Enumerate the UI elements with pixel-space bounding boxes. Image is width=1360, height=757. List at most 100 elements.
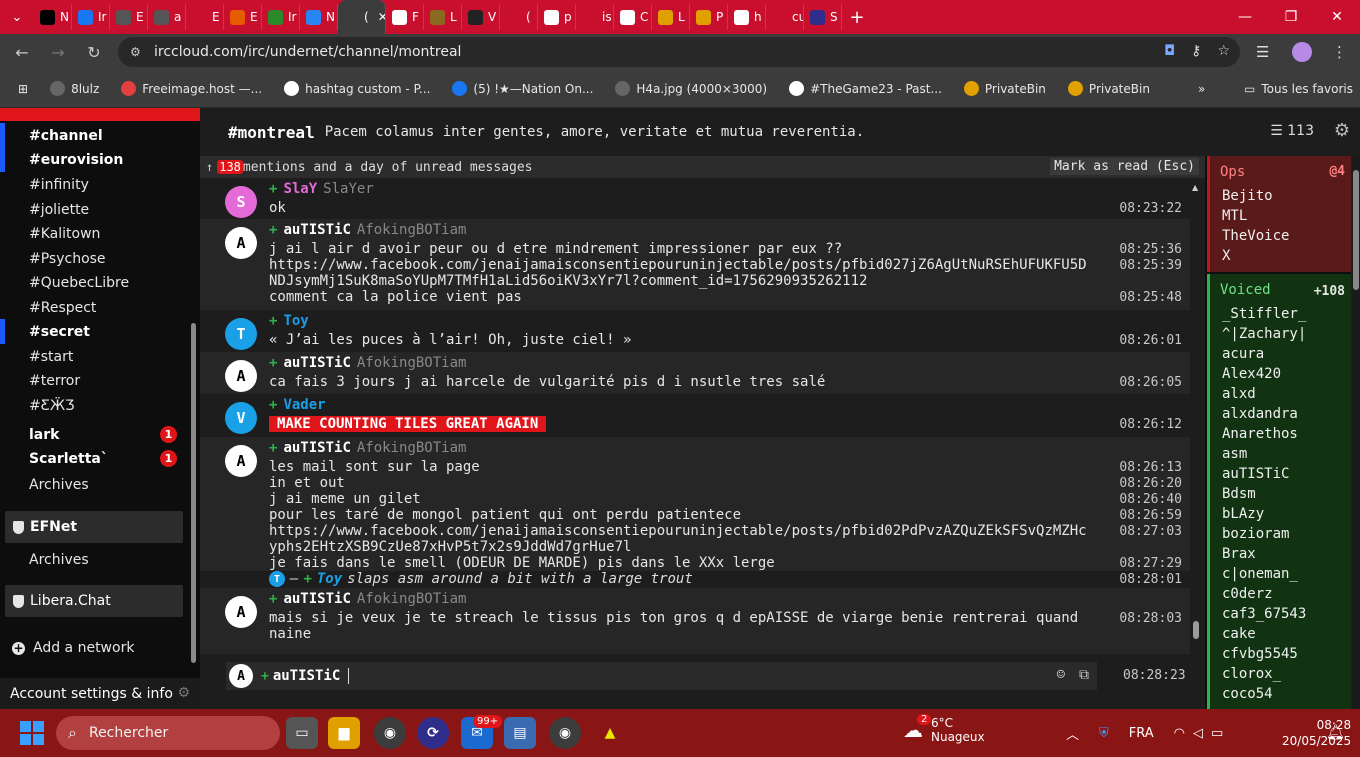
browser-tab[interactable]: C <box>614 4 652 30</box>
maximize-icon[interactable]: ❐ <box>1268 0 1314 34</box>
chrome-icon[interactable]: ◉ <box>374 717 406 749</box>
user-op[interactable]: MTL <box>1222 208 1247 224</box>
sidebar-channel[interactable]: #terror <box>29 370 80 392</box>
browser-tab[interactable]: V <box>462 4 500 30</box>
nick[interactable]: auTISTiC <box>283 591 350 607</box>
password-key-icon[interactable]: ⚷ <box>1191 43 1201 59</box>
notepad-icon[interactable]: ▤ <box>504 717 536 749</box>
language-indicator[interactable]: FRA <box>1129 726 1154 741</box>
apps-grid-icon[interactable]: ⊞ <box>10 82 36 96</box>
browser-tab[interactable]: N <box>34 4 72 30</box>
user-voiced[interactable]: Anarethos <box>1222 426 1298 442</box>
file-explorer-icon[interactable]: ▆ <box>328 717 360 749</box>
add-network-button[interactable]: + Add a network <box>12 637 134 659</box>
wifi-icon[interactable]: ◠ <box>1174 726 1185 741</box>
bookmark-item[interactable]: (5) !★—Nation On... <box>444 81 601 96</box>
gear-icon[interactable]: ⚙ <box>177 685 190 701</box>
user-voiced[interactable]: asm <box>1222 446 1247 462</box>
action-nick[interactable]: Toy <box>317 571 342 587</box>
extension-icon[interactable]: ◘ <box>1164 43 1175 59</box>
sidebar-channel[interactable]: #infinity <box>29 174 89 196</box>
browser-tab[interactable]: L <box>424 4 462 30</box>
minimize-icon[interactable]: — <box>1222 0 1268 34</box>
user-voiced[interactable]: Bdsm <box>1222 486 1256 502</box>
network-libera-chat[interactable]: Libera.Chat <box>5 585 183 617</box>
security-shield-icon[interactable]: ⛨ <box>1099 726 1109 741</box>
forward-button[interactable]: → <box>40 34 76 70</box>
bookmark-item[interactable]: hashtag custom - P... <box>276 81 438 96</box>
channel-settings-icon[interactable]: ⚙ <box>1334 120 1350 141</box>
nick[interactable]: auTISTiC <box>283 440 350 456</box>
sidebar-channel[interactable]: #start <box>29 346 73 368</box>
tray-chevron-icon[interactable]: ︿ <box>1066 724 1079 743</box>
user-voiced[interactable]: _Stiffler_ <box>1222 306 1306 322</box>
app-triangle-icon[interactable]: ▲ <box>594 717 626 749</box>
user-op[interactable]: Bejito <box>1222 188 1273 204</box>
message-scrollbar[interactable]: ▲ <box>1192 183 1199 653</box>
bookmark-item[interactable]: PrivateBin <box>956 81 1054 96</box>
member-count-button[interactable]: ☰ 113 <box>1270 123 1314 139</box>
scroll-up-icon[interactable]: ▲ <box>1192 183 1198 192</box>
browser-tab[interactable]: ( <box>500 4 538 30</box>
bookmark-item[interactable]: 8lulz <box>42 81 107 96</box>
sidebar-channel[interactable]: #Respect <box>29 297 96 319</box>
message-input[interactable]: A + auTISTiC ☺ ⧉ <box>226 662 1097 690</box>
bookmark-item[interactable]: #TheGame23 - Past... <box>781 81 950 96</box>
browser-tab[interactable]: L <box>652 4 690 30</box>
taskbar-search[interactable]: ⌕ Rechercher <box>56 716 280 750</box>
all-bookmarks-folder[interactable]: ▭ Tous les favoris <box>1236 82 1360 96</box>
sidebar-channel[interactable]: #ƸӜƷ <box>29 395 74 417</box>
user-voiced[interactable]: alxd <box>1222 386 1256 402</box>
avatar[interactable]: A <box>225 445 257 477</box>
user-op[interactable]: TheVoice <box>1222 228 1289 244</box>
reload-button[interactable]: ↻ <box>76 34 112 70</box>
browser-tab[interactable]: cu <box>766 4 804 30</box>
unread-bar[interactable]: ↑ 138 mentions and a day of unread messa… <box>200 156 1205 178</box>
browser-tab[interactable]: Ir <box>72 4 110 30</box>
user-voiced[interactable]: bLAzy <box>1222 506 1264 522</box>
user-voiced[interactable]: c|oneman_ <box>1222 566 1298 582</box>
more-bookmarks-icon[interactable]: » <box>1190 82 1213 96</box>
efnet-archives[interactable]: Archives <box>29 549 89 571</box>
sidebar-channel[interactable]: #channel <box>29 125 103 147</box>
nick[interactable]: SlaY <box>283 181 317 197</box>
user-voiced[interactable]: ^|Zachary| <box>1222 326 1306 342</box>
avatar[interactable]: A <box>225 227 257 259</box>
sidebar-channel[interactable]: Archives <box>29 474 89 496</box>
sidebar-channel[interactable]: #QuebecLibre <box>29 272 129 294</box>
windows-start-icon[interactable] <box>20 721 44 745</box>
browser-tab[interactable]: E <box>110 4 148 30</box>
tab-close-icon[interactable]: ✕ <box>378 10 385 24</box>
browser-tab[interactable]: S <box>804 4 842 30</box>
sidebar-channel[interactable]: #eurovision <box>29 149 123 171</box>
bookmark-item[interactable]: H4a.jpg (4000×3000) <box>607 81 775 96</box>
user-voiced[interactable]: coco54 <box>1222 686 1273 702</box>
browser-tab[interactable]: a <box>148 4 186 30</box>
back-button[interactable]: ← <box>4 34 40 70</box>
new-tab-button[interactable]: + <box>842 7 872 28</box>
nick[interactable]: auTISTiC <box>283 222 350 238</box>
browser-tab[interactable]: N <box>300 4 338 30</box>
profile-avatar[interactable] <box>1292 34 1312 70</box>
bookmark-item[interactable]: Freeimage.host —... <box>113 81 270 96</box>
user-voiced[interactable]: cake <box>1222 626 1256 642</box>
sidebar-channel[interactable]: #Psychose <box>29 248 106 270</box>
emoji-icon[interactable]: ☺ <box>1057 667 1065 683</box>
tab-search-chevron-icon[interactable]: ⌄ <box>0 0 34 34</box>
reading-list-icon[interactable]: ☰ <box>1256 34 1269 70</box>
nick[interactable]: auTISTiC <box>283 355 350 371</box>
sidebar-channel[interactable]: #secret <box>29 321 90 343</box>
sidebar-channel[interactable]: #joliette <box>29 199 89 221</box>
scroll-thumb[interactable] <box>1193 621 1199 639</box>
user-voiced[interactable]: Brax <box>1222 546 1256 562</box>
scroll-thumb[interactable] <box>1353 170 1359 290</box>
user-voiced[interactable]: bozioram <box>1222 526 1289 542</box>
avatar[interactable]: A <box>225 596 257 628</box>
browser-tab[interactable]: F <box>386 4 424 30</box>
sidebar-channel[interactable]: lark <box>29 424 59 446</box>
weather-widget[interactable]: ☁ 2 6°C Nuageux <box>903 714 985 744</box>
browser-tab[interactable]: Ir <box>262 4 300 30</box>
avatar[interactable]: A <box>225 360 257 392</box>
user-voiced[interactable]: clorox_ <box>1222 666 1281 682</box>
user-voiced[interactable]: cfvbg5545 <box>1222 646 1298 662</box>
